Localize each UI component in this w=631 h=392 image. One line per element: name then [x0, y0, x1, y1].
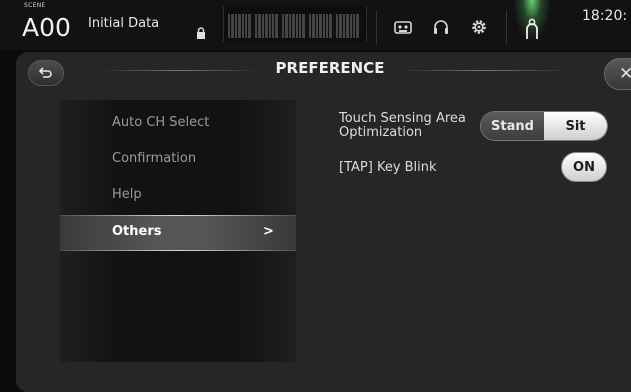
- meter-bar: [265, 14, 268, 38]
- meter-bar: [271, 14, 275, 38]
- stand-option-button[interactable]: Stand: [481, 112, 544, 140]
- meter-bar: [336, 14, 339, 38]
- meter-bar: [329, 14, 332, 38]
- meter-bar: [234, 14, 238, 38]
- meter-bar: [339, 14, 342, 38]
- meter-bar: [231, 14, 234, 38]
- meter-bar: [258, 14, 261, 38]
- menu-item-label: Help: [112, 187, 142, 202]
- scene-name[interactable]: Initial Data: [88, 16, 159, 31]
- meter-bar: [292, 14, 295, 38]
- meter-bar: [325, 14, 329, 38]
- meter-bar: [312, 14, 315, 38]
- meter-bar: [285, 14, 288, 38]
- meter-bar: [268, 14, 271, 38]
- meter-bar: [302, 14, 305, 38]
- clock: 18:20:: [582, 8, 628, 24]
- meter-bar: [241, 14, 244, 38]
- menu-item-help[interactable]: Help: [60, 178, 296, 214]
- touch-sensing-label-line1: Touch Sensing Area: [339, 111, 466, 126]
- meter-bar: [315, 14, 319, 38]
- touch-sensing-label: Touch Sensing Area Optimization: [339, 112, 466, 140]
- meter-bar: [305, 14, 308, 38]
- tap-key-blink-label: [TAP] Key Blink: [339, 160, 437, 175]
- meter-bar: [349, 14, 352, 38]
- lock-icon[interactable]: [196, 27, 206, 39]
- divider: [376, 10, 377, 44]
- menu-item-label: Others: [112, 224, 162, 239]
- menu-item-arrow: >: [263, 224, 274, 239]
- status-bar: SCENE A00 Initial Data 18:20:: [0, 0, 631, 50]
- channel-meter[interactable]: [223, 6, 367, 42]
- meter-bar: [275, 14, 278, 38]
- cassette-icon[interactable]: [394, 18, 412, 36]
- gear-icon[interactable]: [470, 18, 488, 36]
- menu-item-auto-ch-select[interactable]: Auto CH Select: [60, 106, 296, 142]
- menu-item-others[interactable]: Others >: [60, 215, 296, 251]
- meter-bar: [352, 14, 356, 38]
- menu-item-confirmation[interactable]: Confirmation: [60, 142, 296, 178]
- meter-bar: [288, 14, 292, 38]
- screen-edge: [0, 52, 16, 382]
- meter-bar: [228, 14, 231, 38]
- meter-bar: [356, 14, 359, 38]
- close-button[interactable]: ✕: [604, 58, 631, 90]
- meter-bar: [309, 14, 312, 38]
- meter-bars: [228, 14, 362, 38]
- menu-item-label: Auto CH Select: [112, 115, 210, 130]
- tap-key-blink-on-button[interactable]: ON: [561, 152, 607, 182]
- meter-bar: [282, 14, 285, 38]
- back-arrow-icon: [39, 67, 52, 78]
- headphones-icon[interactable]: [432, 18, 450, 36]
- meter-bar: [261, 14, 265, 38]
- meter-bar: [244, 14, 248, 38]
- meter-bar: [255, 14, 258, 38]
- scene-number[interactable]: A00: [22, 14, 71, 42]
- page-title: PREFERENCE: [275, 59, 385, 77]
- meter-bar: [322, 14, 325, 38]
- meter-bar: [346, 14, 349, 38]
- back-button[interactable]: [28, 60, 64, 86]
- meter-bar: [359, 14, 362, 38]
- meter-bar: [295, 14, 298, 38]
- close-icon: ✕: [619, 64, 631, 84]
- meter-bar: [251, 14, 254, 38]
- meter-bar: [342, 14, 346, 38]
- scene-label: SCENE: [24, 2, 46, 9]
- meter-bar: [238, 14, 241, 38]
- sit-option-button[interactable]: Sit: [544, 112, 607, 140]
- user-button[interactable]: [510, 0, 554, 50]
- touch-sensing-toggle[interactable]: Stand Sit: [480, 111, 608, 141]
- meter-bar: [248, 14, 251, 38]
- meter-bar: [298, 14, 302, 38]
- user-icon: [526, 18, 538, 39]
- menu-item-label: Confirmation: [112, 151, 197, 166]
- touch-sensing-label-line2: Optimization: [339, 125, 423, 140]
- meter-bar: [332, 14, 335, 38]
- divider: [506, 10, 507, 44]
- meter-bar: [319, 14, 322, 38]
- meter-bar: [278, 14, 281, 38]
